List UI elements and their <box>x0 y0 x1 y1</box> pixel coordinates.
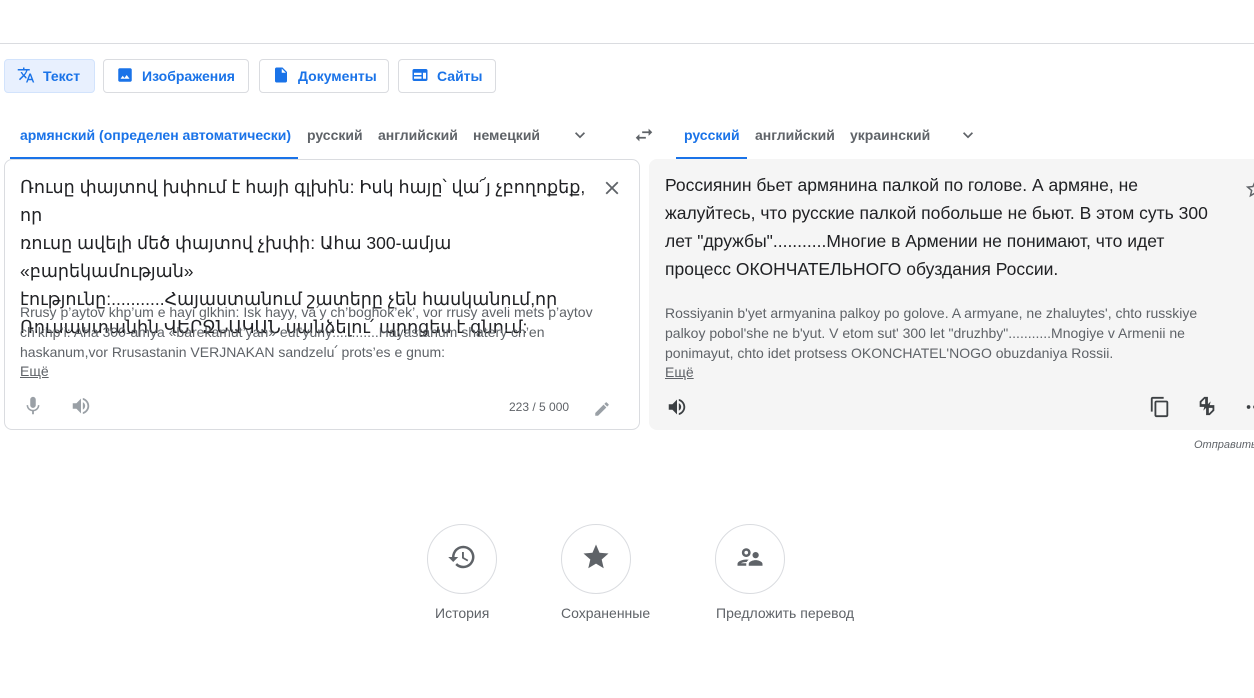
translation-text: Россиянин бьет армянина палкой по голове… <box>665 171 1245 283</box>
document-icon <box>272 66 290 87</box>
saved-button[interactable] <box>561 524 631 594</box>
tab-websites[interactable]: Сайты <box>398 59 496 93</box>
source-lang-russian[interactable]: русский <box>307 127 363 143</box>
target-lang-russian[interactable]: русский <box>684 127 740 143</box>
saved-label: Сохраненные <box>561 605 651 621</box>
translit-line: ch’khp’i: Aha 300-amya «barekamut’yan» e… <box>20 324 545 340</box>
translation-line: процесс ОКОНЧАТЕЛЬНОГО обуздания России. <box>665 259 1059 279</box>
tab-text-label: Текст <box>43 68 81 84</box>
send-feedback-link[interactable]: Отправить о <box>1194 439 1254 451</box>
translation-line: жалуйтесь, что русские палкой побольше н… <box>665 203 1208 223</box>
translit-line: Rossiyanin b'yet armyanina palkoy po gol… <box>665 305 1198 321</box>
history-label: История <box>435 605 490 621</box>
history-icon <box>447 542 477 577</box>
star-icon <box>581 542 611 577</box>
tab-images[interactable]: Изображения <box>103 59 249 93</box>
star-icon[interactable] <box>1244 178 1254 200</box>
translation-line: лет "дружбы"...........Многие в Армении … <box>665 231 1165 251</box>
swap-languages-icon[interactable] <box>633 124 655 146</box>
chevron-down-icon[interactable] <box>958 125 978 145</box>
translit-line: haskanum,vor Rrusastanin VERJNAKAN sandz… <box>20 344 446 360</box>
chevron-down-icon[interactable] <box>570 125 590 145</box>
history-button[interactable] <box>427 524 497 594</box>
share-icon[interactable] <box>1244 396 1254 418</box>
contribute-button[interactable] <box>715 524 785 594</box>
people-icon <box>735 542 765 577</box>
tab-images-label: Изображения <box>142 68 235 84</box>
source-line: ռուսը ավելի մեծ փայտով չխփի: Ահա 300-ամյ… <box>20 233 452 281</box>
target-lang-english[interactable]: английский <box>755 127 835 143</box>
translation-line: Россиянин бьет армянина палкой по голове… <box>665 175 1138 195</box>
source-lang-english[interactable]: английский <box>378 127 458 143</box>
target-lang-ukrainian[interactable]: украинский <box>850 127 930 143</box>
translation-transliteration: Rossiyanin b'yet armyanina palkoy po gol… <box>665 303 1225 363</box>
source-transliteration: Rrusy p’aytov khp’um e hayi glkhin: Isk … <box>20 302 620 362</box>
speaker-icon[interactable] <box>666 396 688 418</box>
pencil-icon[interactable] <box>593 400 611 418</box>
source-lang-german[interactable]: немецкий <box>473 127 540 143</box>
character-counter: 223 / 5 000 <box>509 400 570 414</box>
tab-documents[interactable]: Документы <box>259 59 389 93</box>
website-icon <box>411 66 429 87</box>
contribute-label: Предложить перевод <box>716 605 855 621</box>
tab-websites-label: Сайты <box>437 68 483 84</box>
translation-more-link[interactable]: Ещё <box>665 364 694 380</box>
translit-line: ponimayut, chto idet protsess OKONCHATEL… <box>665 345 1114 361</box>
speaker-icon[interactable] <box>70 395 92 417</box>
tab-text[interactable]: Текст <box>4 59 95 93</box>
translit-line: palkoy pobol'she ne b'yut. V etom sut' 3… <box>665 325 1185 341</box>
tab-documents-label: Документы <box>298 68 377 84</box>
clear-icon[interactable] <box>601 177 623 199</box>
image-icon <box>116 66 134 87</box>
rate-translation-icon[interactable] <box>1196 395 1218 417</box>
source-lang-detected[interactable]: армянский (определен автоматически) <box>20 127 291 143</box>
source-more-link[interactable]: Ещё <box>20 363 49 379</box>
translit-line: Rrusy p’aytov khp’um e hayi glkhin: Isk … <box>20 304 593 320</box>
top-divider <box>0 43 1254 44</box>
copy-icon[interactable] <box>1149 396 1171 418</box>
translate-icon <box>17 66 35 87</box>
source-line: Ռուսը փայտով խփում է հայի գլխին: Իսկ հայ… <box>20 177 586 225</box>
microphone-icon[interactable] <box>22 395 44 417</box>
